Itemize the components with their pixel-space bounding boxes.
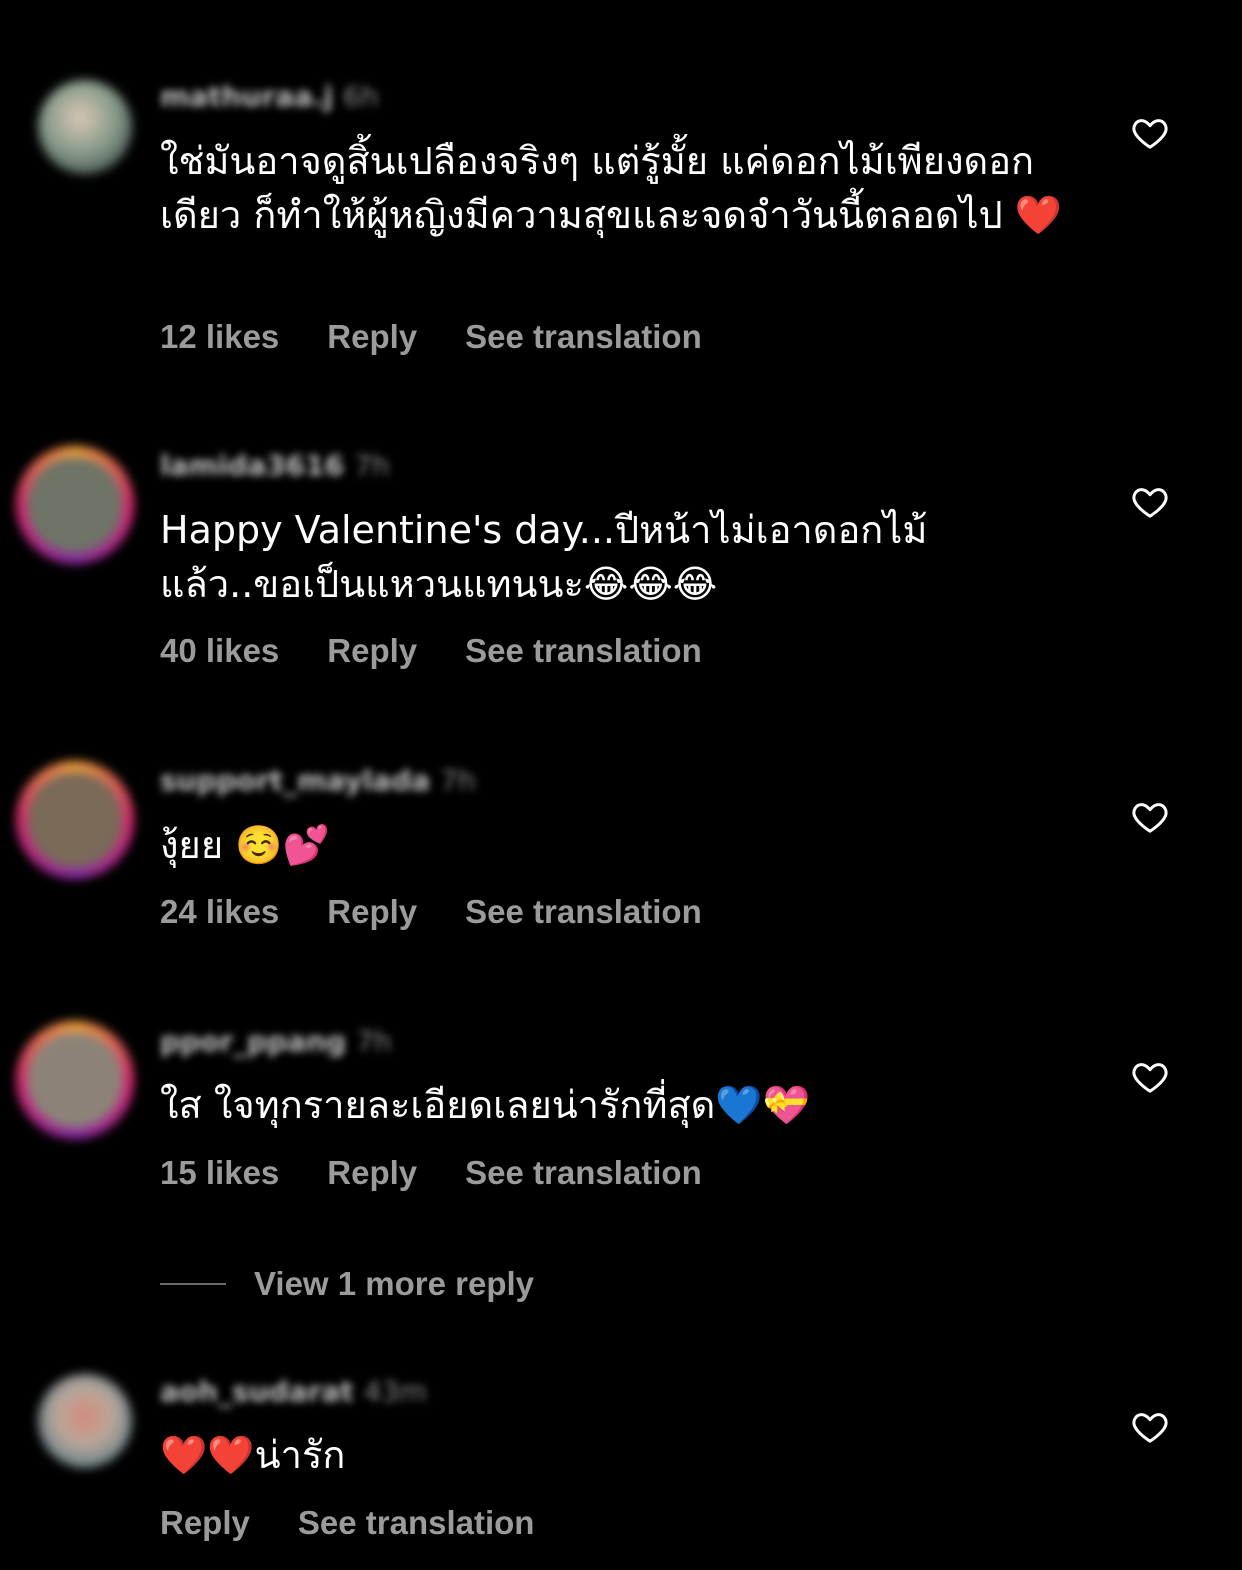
- avatar[interactable]: [16, 1021, 134, 1139]
- comment-text: ใส ใจทุกรายละเอียดเลยน่ารักที่สุด💙💝: [160, 1083, 810, 1127]
- see-translation-button[interactable]: See translation: [465, 893, 702, 930]
- likes-count[interactable]: 40 likes: [160, 632, 279, 669]
- reply-button[interactable]: Reply: [327, 1154, 417, 1191]
- username-text[interactable]: ppor_ppang: [160, 1025, 346, 1058]
- username-text[interactable]: lamida3616: [160, 449, 344, 482]
- username-text[interactable]: support_maylada: [160, 764, 430, 797]
- comment-username[interactable]: support_maylada 7h: [160, 764, 476, 797]
- see-translation-button[interactable]: See translation: [465, 632, 702, 669]
- reply-thread-line: [160, 1283, 226, 1285]
- see-translation-button[interactable]: See translation: [465, 318, 702, 355]
- reply-button[interactable]: Reply: [327, 318, 417, 355]
- avatar[interactable]: [16, 446, 134, 564]
- comment-username[interactable]: mathuraa.j 6h: [160, 80, 379, 113]
- heart-outline-icon[interactable]: [1130, 482, 1170, 522]
- heart-outline-icon[interactable]: [1130, 113, 1170, 153]
- reply-button[interactable]: Reply: [160, 1504, 250, 1541]
- comment-username[interactable]: aoh_sudarat 43m: [160, 1375, 427, 1408]
- view-more-replies-button[interactable]: View 1 more reply: [160, 1262, 534, 1306]
- comment-username[interactable]: ppor_ppang 7h: [160, 1025, 392, 1058]
- comment-text: Happy Valentine's day...ปีหน้าไม่เอาดอกไ…: [160, 508, 928, 606]
- avatar[interactable]: [38, 80, 132, 174]
- see-translation-button[interactable]: See translation: [465, 1154, 702, 1191]
- avatar[interactable]: [16, 761, 134, 879]
- view-more-replies-label[interactable]: View 1 more reply: [254, 1265, 534, 1303]
- reply-button[interactable]: Reply: [327, 893, 417, 930]
- comment-time: 7h: [354, 449, 390, 482]
- comment-actions: 15 likes Reply See translation: [160, 1154, 750, 1192]
- comment-username[interactable]: lamida3616 7h: [160, 449, 390, 482]
- username-text[interactable]: aoh_sudarat: [160, 1375, 354, 1408]
- comment-text: ใช่มันอาจดูสิ้นเปลืองจริงๆ แต่รู้มั้ย แค…: [160, 139, 1063, 237]
- reply-button[interactable]: Reply: [327, 632, 417, 669]
- comment-time: 7h: [440, 764, 476, 797]
- likes-count[interactable]: 12 likes: [160, 318, 279, 355]
- comment-time: 7h: [356, 1025, 392, 1058]
- see-translation-button[interactable]: See translation: [298, 1504, 535, 1541]
- comment-actions: 12 likes Reply See translation: [160, 318, 750, 356]
- avatar[interactable]: [38, 1374, 132, 1468]
- comment-text: งุ้ยย ☺️💕: [160, 823, 330, 867]
- comment-text: ❤️❤️น่ารัก: [160, 1433, 346, 1477]
- heart-outline-icon[interactable]: [1130, 1057, 1170, 1097]
- comment-actions: Reply See translation: [160, 1504, 582, 1542]
- comment-time: 43m: [363, 1375, 427, 1408]
- likes-count[interactable]: 24 likes: [160, 893, 279, 930]
- heart-outline-icon[interactable]: [1130, 797, 1170, 837]
- comment-actions: 40 likes Reply See translation: [160, 632, 750, 670]
- username-text[interactable]: mathuraa.j: [160, 80, 333, 113]
- comment-actions: 24 likes Reply See translation: [160, 893, 750, 931]
- likes-count[interactable]: 15 likes: [160, 1154, 279, 1191]
- heart-outline-icon[interactable]: [1130, 1407, 1170, 1447]
- comment-time: 6h: [343, 80, 379, 113]
